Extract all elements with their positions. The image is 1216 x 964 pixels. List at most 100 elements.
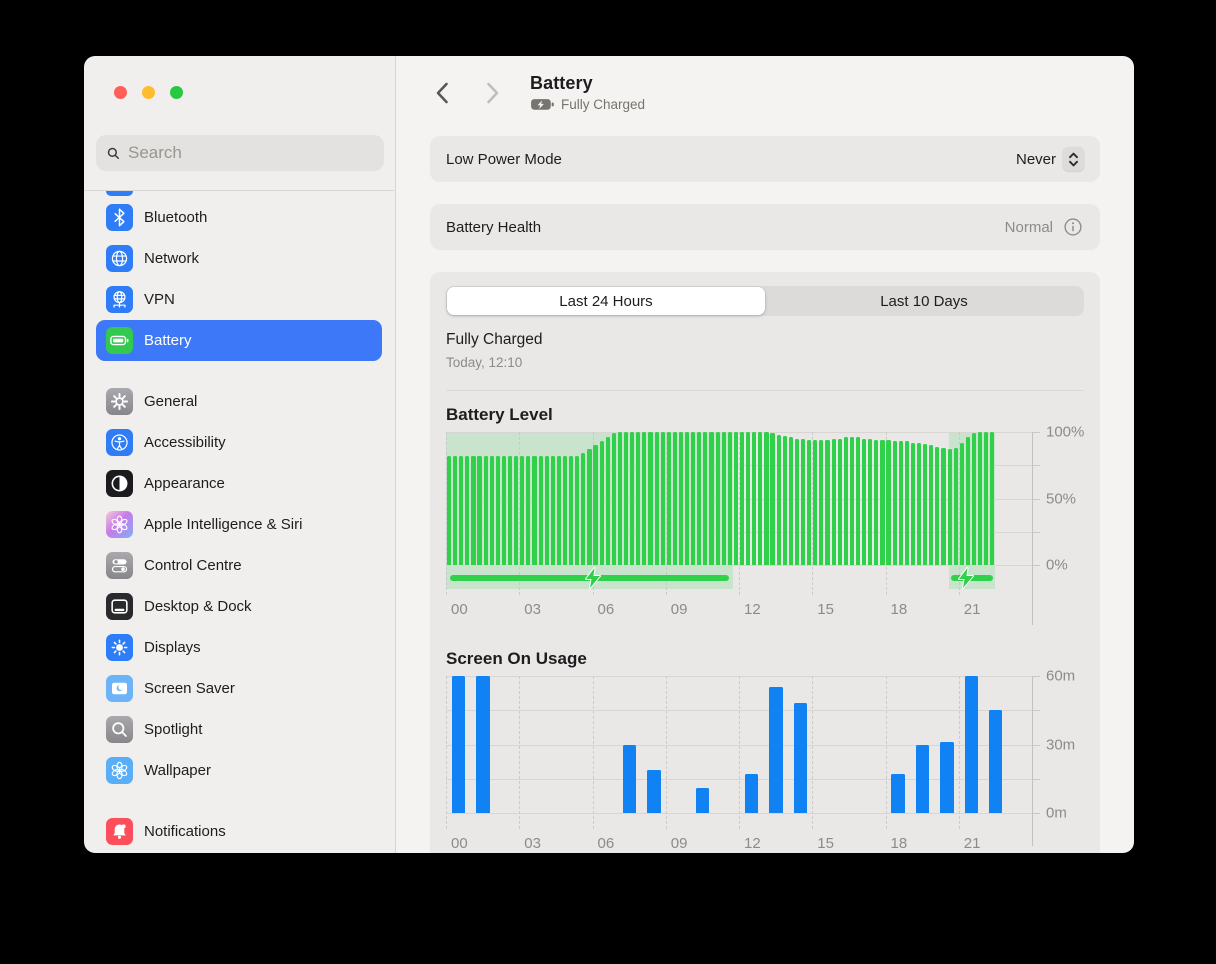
battery-level-bar	[685, 432, 689, 565]
battery-level-bar	[679, 432, 683, 565]
battery-health-label: Battery Health	[446, 219, 1005, 236]
sidebar-item-battery[interactable]: Battery	[96, 320, 382, 361]
battery-level-bar	[801, 439, 805, 565]
screen-on-usage-chart: 60m30m0m0003060912151821	[446, 676, 1068, 853]
minimize-window-button[interactable]	[142, 86, 155, 99]
battery-level-bar	[905, 441, 909, 565]
low-power-mode-value: Never	[1016, 151, 1056, 168]
battery-level-bar	[783, 436, 787, 565]
battery-level-chart-title: Battery Level	[446, 405, 553, 425]
battery-level-bar	[569, 456, 573, 565]
battery-level-bar	[740, 432, 744, 565]
sidebar-item-spotlight[interactable]: Spotlight	[96, 709, 382, 750]
charging-battery-icon	[530, 98, 555, 111]
axis-tick	[1032, 499, 1040, 500]
screen-usage-bar	[696, 788, 709, 813]
close-window-button[interactable]	[114, 86, 127, 99]
x-axis-label: 03	[524, 601, 541, 618]
battery-level-bar	[716, 432, 720, 565]
screen-usage-bar	[794, 703, 807, 813]
forward-button[interactable]	[480, 80, 506, 106]
tab-last-10-days[interactable]: Last 10 Days	[765, 287, 1083, 315]
bluetooth-icon	[106, 204, 133, 231]
zoom-window-button[interactable]	[170, 86, 183, 99]
battery-level-bar	[807, 440, 811, 565]
charge-status-time: Today, 12:10	[446, 355, 522, 370]
battery-level-bar	[856, 437, 860, 565]
time-range-segmented-control: Last 24 HoursLast 10 Days	[446, 286, 1084, 316]
battery-level-bar	[606, 437, 610, 565]
battery-health-info-button[interactable]	[1062, 216, 1084, 238]
sidebar-item-screen-saver[interactable]: Screen Saver	[96, 668, 382, 709]
x-axis-label: 03	[524, 835, 541, 852]
sidebar-item-label: Spotlight	[144, 721, 202, 738]
battery-health-row: Battery Health Normal	[430, 204, 1100, 250]
battery-level-bar	[893, 441, 897, 565]
axis-tick	[1032, 565, 1040, 566]
grid-line-v	[886, 676, 887, 829]
y-axis-line	[1032, 432, 1033, 625]
sidebar-item-control-centre[interactable]: Control Centre	[96, 545, 382, 586]
battery-level-bar	[484, 456, 488, 565]
low-power-mode-row: Low Power Mode Never	[430, 136, 1100, 182]
x-axis-label: 00	[451, 601, 468, 618]
sidebar-item-displays[interactable]: Displays	[96, 627, 382, 668]
battery-level-bar	[838, 439, 842, 565]
sidebar-item-network[interactable]: Network	[96, 238, 382, 279]
y-axis-label: 100%	[1046, 424, 1084, 441]
sidebar-item-label: Appearance	[144, 475, 225, 492]
back-button[interactable]	[428, 80, 454, 106]
sidebar-item-vpn[interactable]: VPN	[96, 279, 382, 320]
sidebar-item-bluetooth[interactable]: Bluetooth	[96, 197, 382, 238]
low-power-mode-dropdown[interactable]	[1063, 147, 1084, 171]
battery-level-bar	[655, 432, 659, 565]
gear-icon	[106, 388, 133, 415]
x-axis-label: 12	[744, 835, 761, 852]
sidebar-item-apple-intelligence-siri[interactable]: Apple Intelligence & Siri	[96, 504, 382, 545]
battery-level-bar	[636, 432, 640, 565]
battery-level-bar	[642, 432, 646, 565]
battery-level-bar	[917, 443, 921, 565]
battery-level-bar	[880, 440, 884, 565]
axis-tick	[1032, 779, 1040, 780]
screen-usage-bar	[476, 676, 489, 813]
y-axis-line	[1032, 676, 1033, 846]
sidebar-item-appearance[interactable]: Appearance	[96, 463, 382, 504]
sidebar-item-label: Notifications	[144, 823, 226, 840]
screen-usage-bar	[891, 774, 904, 813]
y-axis-label: 60m	[1046, 668, 1075, 685]
page-title: Battery	[530, 73, 645, 94]
axis-tick	[1032, 465, 1040, 466]
sidebar-item-notifications[interactable]: Notifications	[96, 811, 382, 852]
battery-level-bar	[477, 456, 481, 565]
sidebar-item-accessibility[interactable]: Accessibility	[96, 422, 382, 463]
siri-flower-icon	[106, 511, 133, 538]
x-axis-label: 00	[451, 835, 468, 852]
screen-usage-bar	[965, 676, 978, 813]
grid-line-v	[959, 676, 960, 829]
grid-line-v	[739, 676, 740, 829]
battery-level-bar	[465, 456, 469, 565]
magnifier-icon	[106, 716, 133, 743]
sidebar-item-wallpaper[interactable]: Wallpaper	[96, 750, 382, 791]
sidebar-item-label: Apple Intelligence & Siri	[144, 516, 302, 533]
battery-level-bar	[508, 456, 512, 565]
search-input[interactable]	[128, 143, 374, 163]
battery-level-bar	[722, 432, 726, 565]
separator	[446, 390, 1084, 391]
screensaver-icon	[106, 675, 133, 702]
battery-level-bar	[581, 453, 585, 565]
desktop-dock-icon	[106, 593, 133, 620]
appearance-icon	[106, 470, 133, 497]
sidebar-search-field[interactable]	[96, 135, 384, 171]
sidebar-item-label: Network	[144, 250, 199, 267]
sidebar-item-general[interactable]: General	[96, 381, 382, 422]
axis-tick	[1032, 532, 1040, 533]
tab-last-24-hours[interactable]: Last 24 Hours	[447, 287, 765, 315]
sidebar-item-desktop-dock[interactable]: Desktop & Dock	[96, 586, 382, 627]
battery-level-bar	[752, 432, 756, 565]
sidebar-group-gap	[84, 361, 394, 381]
battery-level-bar	[575, 456, 579, 565]
x-axis-label: 18	[891, 835, 908, 852]
charging-bolt-icon	[958, 567, 975, 594]
